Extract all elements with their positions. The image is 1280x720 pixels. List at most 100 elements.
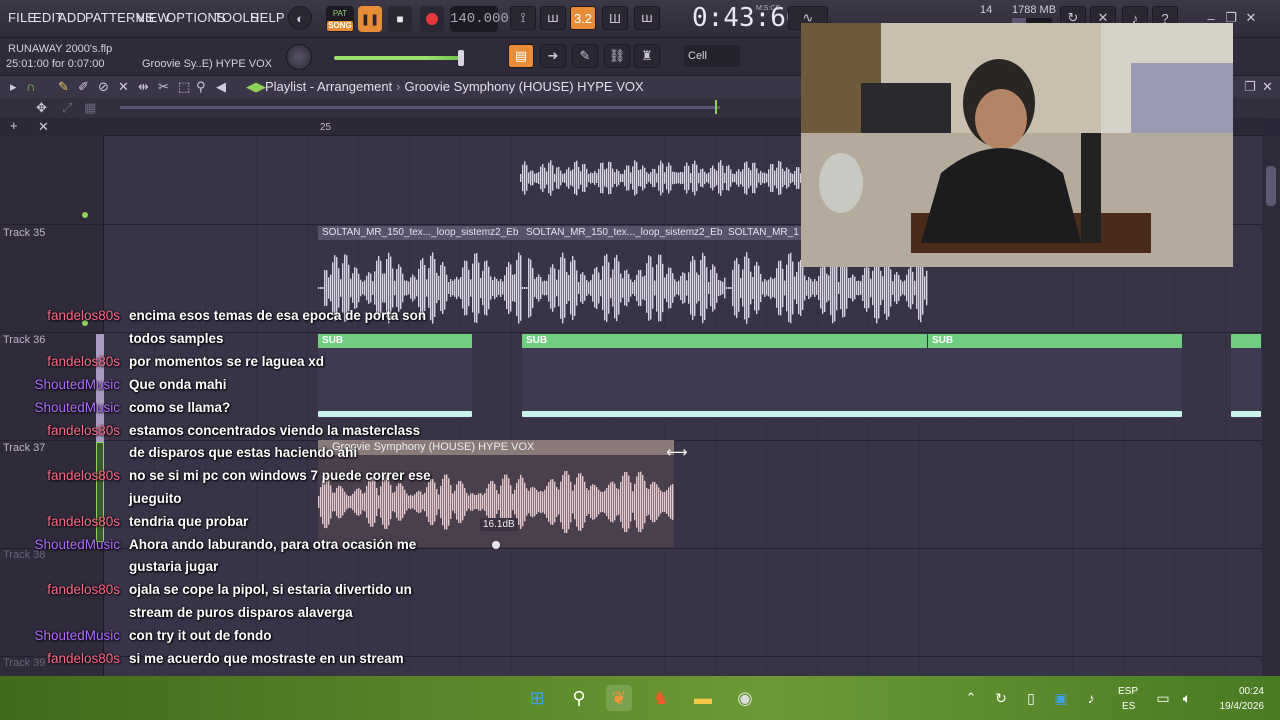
countdown-icon[interactable]: 3.2 (570, 6, 596, 30)
close-icon[interactable]: ✕ (1238, 6, 1264, 30)
network-icon[interactable]: ▭ (1150, 685, 1176, 711)
master-volume-slider[interactable] (334, 56, 464, 60)
track-label-36[interactable]: Track 36 (3, 334, 45, 346)
clock-time[interactable]: 00:24 (1222, 686, 1264, 697)
remove-icon[interactable]: ✕ (38, 119, 49, 135)
chat-username[interactable]: ShoutedMusic (0, 537, 120, 552)
menu-view[interactable]: VIEW (136, 10, 170, 25)
playback-tool-icon[interactable]: ◀ (216, 79, 226, 95)
waveform-sample (882, 276, 884, 300)
pan-icon[interactable]: ⤢ (62, 100, 72, 116)
move-icon[interactable]: ✥ (36, 100, 47, 116)
sync-icon[interactable]: ↻ (988, 685, 1014, 711)
vox-clip-header[interactable]: Groovie Symphony (HOUSE) HYPE VOX (318, 440, 674, 455)
delete-tool-icon[interactable]: ⊘ (98, 79, 109, 95)
sub-clip-header[interactable] (1231, 334, 1261, 348)
mute-tool-icon[interactable]: ✕ (118, 79, 129, 95)
blend-notes-icon[interactable]: ꟺ (634, 6, 660, 30)
chat-username[interactable]: fandelos80s (0, 582, 120, 597)
sub-clip-body[interactable] (522, 348, 1182, 418)
grid-icon[interactable]: ▦ (84, 100, 96, 116)
loop-clip-header[interactable]: SOLTAN_MR_150_tex..._loop_sistemz2_Eb (522, 226, 724, 240)
chat-username[interactable]: fandelos80s (0, 423, 120, 438)
waveform-sample (366, 275, 368, 301)
chat-username[interactable]: fandelos80s (0, 354, 120, 369)
add-track-icon[interactable]: + (10, 118, 18, 133)
step-edit-icon[interactable]: Ш (602, 6, 628, 30)
fl-studio-taskbar-icon[interactable]: ❦ (606, 685, 632, 711)
track-active-led[interactable] (82, 212, 88, 218)
menu-arrow-icon[interactable]: ▸ (10, 79, 17, 95)
track-label-35[interactable]: Track 35 (3, 227, 45, 239)
loop-clip-header[interactable]: SOLTAN_MR_150_tex..._loop_sistemz2_Eb (318, 226, 522, 240)
waveform-sample (802, 266, 804, 310)
pattern-arrow-icon[interactable]: ◀▶ (246, 79, 266, 95)
bluetooth-icon[interactable]: ▣ (1048, 685, 1074, 711)
loop-clip-header[interactable]: SOLTAN_MR_1 (724, 226, 802, 240)
sub-clip-header[interactable]: SUB (318, 334, 472, 348)
waveform-sample (618, 171, 620, 185)
tempo-display[interactable]: 140.000 (450, 6, 509, 32)
chat-username[interactable]: fandelos80s (0, 468, 120, 483)
draw-tool-icon[interactable]: ✎ (58, 79, 69, 95)
master-volume-handle[interactable] (458, 50, 464, 66)
sub-clip-body[interactable] (318, 348, 472, 418)
window-close-icon[interactable]: ✕ (1262, 79, 1273, 95)
link-icon[interactable]: ⛓ (604, 44, 630, 68)
menu-help[interactable]: HELP (250, 10, 285, 25)
scrollbar-thumb[interactable] (1266, 166, 1276, 206)
stamp-icon[interactable]: ♜ (634, 44, 660, 68)
obs-icon[interactable]: ◉ (732, 685, 758, 711)
playlist-pattern-name[interactable]: Groovie Symphony (HOUSE) HYPE VOX (405, 79, 644, 94)
select-tool-icon[interactable]: ⬚ (178, 79, 190, 95)
wait-for-input-icon[interactable]: ꟺ (540, 6, 566, 30)
chat-username[interactable]: fandelos80s (0, 308, 120, 323)
song-position-clock[interactable]: 0:43:66 (692, 3, 802, 33)
master-volume-knob[interactable] (286, 44, 312, 70)
slip-tool-icon[interactable]: ⇹ (138, 79, 149, 95)
audio-clip-waveform-top[interactable] (520, 150, 802, 206)
search-icon[interactable]: ⚲ (566, 685, 592, 711)
chat-username[interactable]: ShoutedMusic (0, 628, 120, 643)
gain-handle[interactable] (492, 541, 500, 549)
magnet-icon[interactable]: ∩ (26, 79, 35, 94)
brave-browser-icon[interactable]: ♞ (648, 685, 674, 711)
window-restore-icon[interactable]: ❐ (1244, 79, 1256, 95)
tray-chevron-icon[interactable]: ⌃ (958, 685, 984, 711)
waveform-sample (754, 265, 756, 311)
snap-selector[interactable]: Cell (684, 45, 740, 67)
sub-clip-header[interactable]: SUB (928, 334, 1182, 348)
waveform-sample (566, 470, 568, 534)
sub-clip-header[interactable]: SUB (522, 334, 927, 348)
microphone-tray-icon[interactable]: ♪ (1078, 685, 1104, 711)
sub-clip-body[interactable] (1231, 348, 1261, 418)
waveform-sample (864, 267, 866, 309)
chat-username[interactable]: ShoutedMusic (0, 377, 120, 392)
keyboard-layout-indicator[interactable]: ES (1122, 701, 1135, 712)
chat-username[interactable]: fandelos80s (0, 651, 120, 666)
pencil-icon[interactable]: ✎ (572, 44, 598, 68)
record-button[interactable] (420, 6, 444, 32)
stop-button[interactable]: ■ (388, 6, 412, 32)
chat-message-line: Que onda mahi (129, 376, 227, 392)
battery-icon[interactable]: ▯ (1018, 685, 1044, 711)
language-indicator[interactable]: ESP (1118, 686, 1138, 697)
playlist-icon[interactable]: ▤ (508, 44, 534, 68)
pat-song-toggle[interactable]: PAT SONG (326, 6, 354, 32)
clock-date[interactable]: 19/4/2026 (1200, 701, 1265, 712)
arrow-right-icon[interactable]: ➜ (540, 44, 566, 68)
chat-username[interactable]: ShoutedMusic (0, 400, 120, 415)
paint-tool-icon[interactable]: ✐ (78, 79, 89, 95)
zoom-tool-icon[interactable]: ⚲ (196, 79, 206, 95)
file-explorer-icon[interactable]: ▬ (690, 685, 716, 711)
slice-tool-icon[interactable]: ✂ (158, 79, 169, 95)
vertical-scrollbar[interactable] (1262, 136, 1280, 676)
chat-username[interactable]: fandelos80s (0, 514, 120, 529)
volume-icon[interactable]: 🔈︎ (1174, 685, 1200, 711)
master-pitch-knob-icon[interactable]: ◐ (288, 6, 312, 30)
play-pause-button[interactable]: ❚❚ (358, 6, 382, 32)
metronome-icon[interactable]: ⟟ (510, 6, 536, 30)
menu-add[interactable]: ADD (58, 10, 86, 25)
track-label-37[interactable]: Track 37 (3, 442, 45, 454)
start-windows-icon[interactable]: ⊞ (524, 685, 550, 711)
